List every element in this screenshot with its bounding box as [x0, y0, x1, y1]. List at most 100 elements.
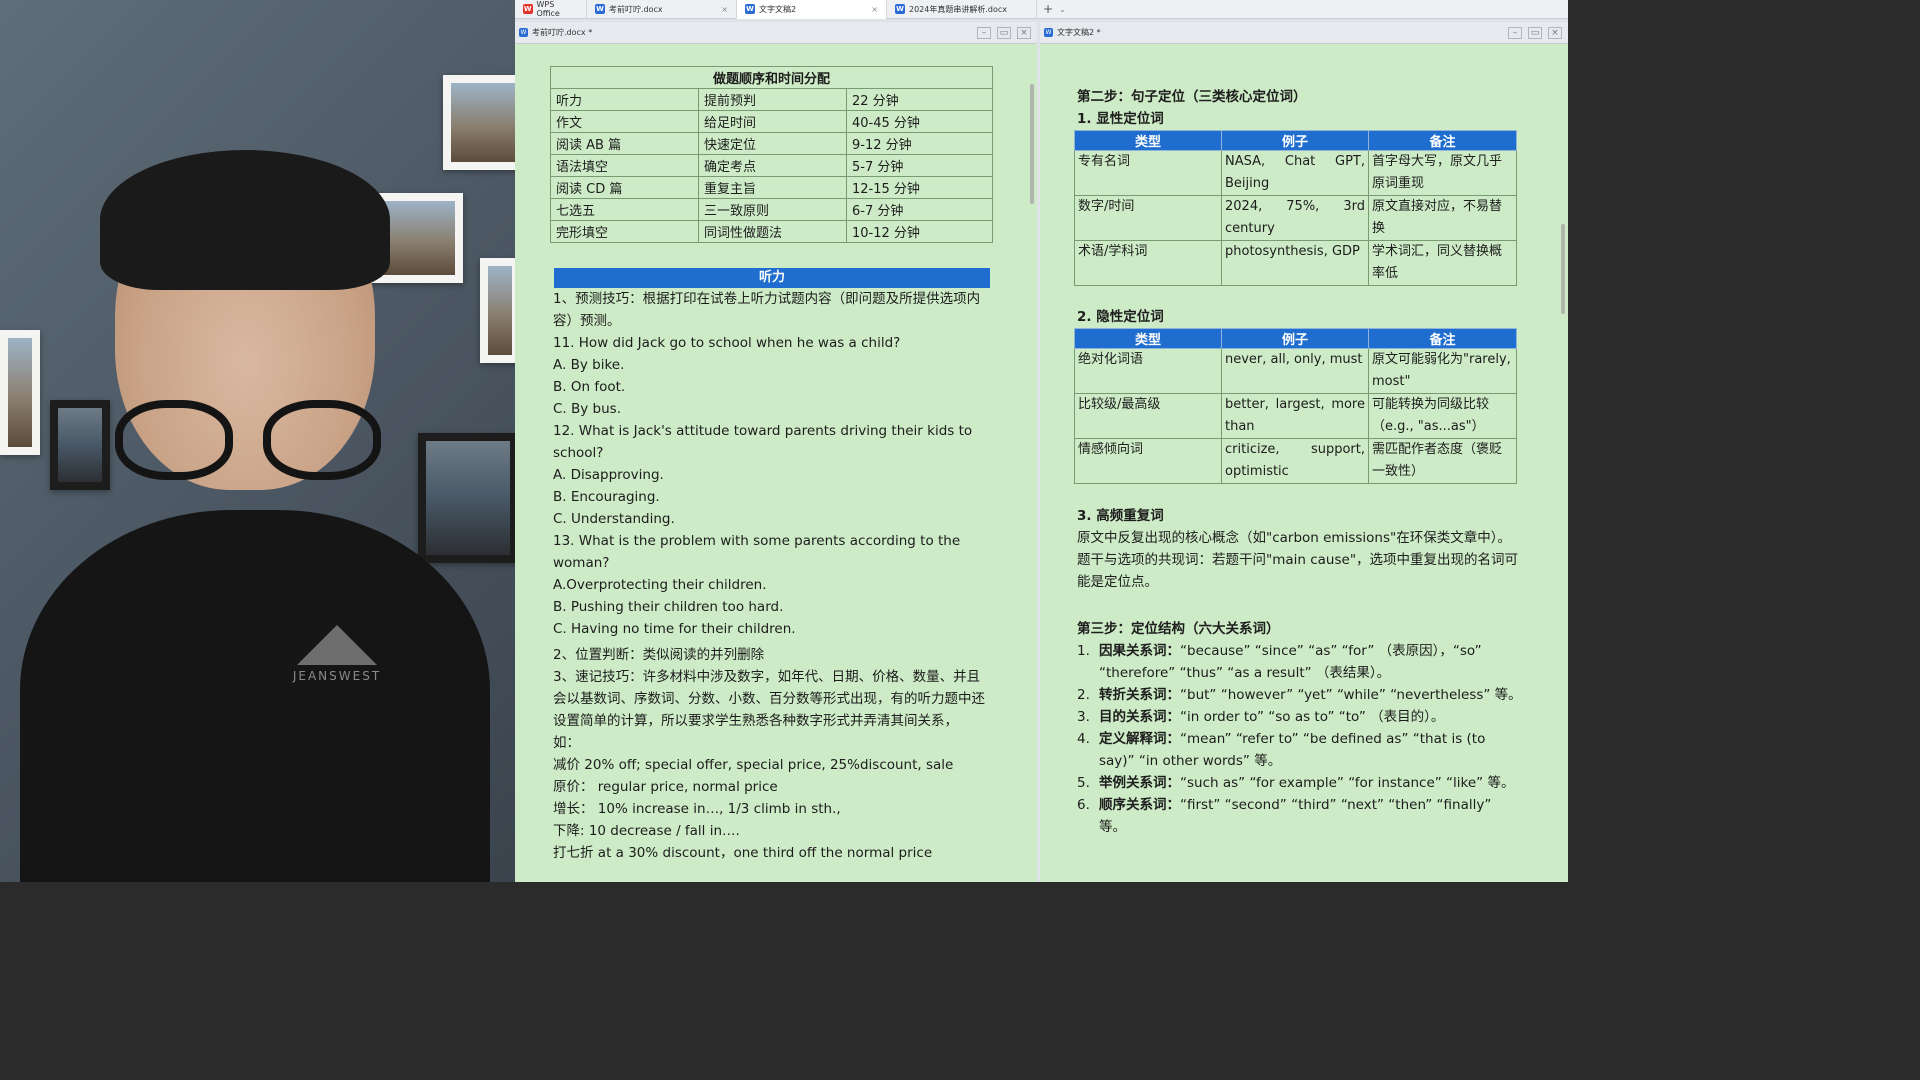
note-line: 11. How did Jack go to school when he wa…	[553, 335, 901, 351]
table-row: 阅读 AB 篇快速定位 9-12 分钟	[550, 132, 993, 155]
table-cell: 6-7 分钟	[846, 198, 993, 221]
note-line: 13. What is the problem with some parent…	[553, 533, 961, 571]
section-bar-listening: 听力	[554, 268, 990, 288]
column-header: 类型	[1074, 130, 1222, 151]
note-line: C. Having no time for their children.	[553, 621, 796, 637]
table-cell: 9-12 分钟	[846, 132, 993, 155]
close-icon[interactable]: ×	[871, 5, 878, 14]
presenter-shirt	[20, 510, 490, 882]
table-cell: 10-12 分钟	[846, 220, 993, 243]
word-doc-icon: W	[745, 4, 755, 14]
table-cell: 重复主旨	[698, 176, 847, 199]
presenter-hair	[100, 150, 390, 290]
pane-title-bar: W 考前叮咛.docx * – ▭ ×	[515, 22, 1037, 44]
step2-heading: 第二步：句子定位（三类核心定位词）	[1077, 89, 1307, 105]
relation-number: 2.	[1077, 687, 1090, 703]
table-cell: 绝对化词语	[1074, 348, 1222, 394]
wps-office-window: W WPS Office W 考前叮咛.docx × W 文字文稿2 × W 2…	[515, 0, 1568, 882]
word-doc-icon: W	[595, 4, 605, 14]
table-cell: 情感倾向词	[1074, 438, 1222, 484]
note-line: 如：	[553, 735, 580, 751]
right-document-pane: W 文字文稿2 * – ▭ × 第二步：句子定位（三类核心定位词） 1. 显性定…	[1040, 22, 1568, 882]
table-cell: 术语/学科词	[1074, 240, 1222, 286]
note-line: B. On foot.	[553, 379, 626, 395]
note-line: A. By bike.	[553, 357, 625, 373]
table-cell: 提前预判	[698, 88, 847, 111]
document-tab-bar: W WPS Office W 考前叮咛.docx × W 文字文稿2 × W 2…	[515, 0, 1568, 19]
close-icon[interactable]: ×	[1548, 26, 1562, 39]
close-icon[interactable]: ×	[1017, 26, 1031, 39]
table-cell: 需匹配作者态度（褒贬一致性）	[1368, 438, 1517, 484]
note-line: C. Understanding.	[553, 511, 675, 527]
table-cell: 首字母大写，原文几乎原词重现	[1368, 150, 1517, 196]
column-header: 类型	[1074, 328, 1222, 349]
implicit-heading: 2. 隐性定位词	[1077, 309, 1164, 325]
table-cell: 听力	[550, 88, 699, 111]
note-line: 减价 20% off; special offer, special price…	[553, 757, 954, 773]
new-tab-button[interactable]: +	[1037, 2, 1059, 16]
minimize-icon[interactable]: –	[977, 26, 991, 39]
presenter	[20, 150, 490, 882]
word-doc-icon: W	[895, 4, 905, 14]
table-cell: 确定考点	[698, 154, 847, 177]
tab-2024-zhenti[interactable]: W 2024年真题串讲解析.docx	[887, 0, 1037, 19]
table-cell: 同词性做题法	[698, 220, 847, 243]
tab-kaoqian-dingning[interactable]: W 考前叮咛.docx ×	[587, 0, 737, 19]
relation-label: 因果关系词：	[1099, 643, 1180, 659]
table-cell: 给足时间	[698, 110, 847, 133]
note-line: 1、预测技巧：根据打印在试卷上听力试题内容（即问题及所提供选项内容）预测。	[553, 291, 981, 329]
table-row: 七选五 三一致原则 6-7 分钟	[550, 198, 993, 221]
column-header: 备注	[1368, 328, 1517, 349]
wps-logo-icon: W	[523, 4, 533, 14]
shirt-logo: JEANSWEST	[282, 625, 392, 695]
word-doc-icon: W	[1044, 28, 1053, 37]
column-header: 例子	[1221, 130, 1369, 151]
table-cell: 三一致原则	[698, 198, 847, 221]
tab-wenzi-wengao2[interactable]: W 文字文稿2 ×	[737, 0, 887, 19]
table-cell: 专有名词	[1074, 150, 1222, 196]
note-line: C. By bus.	[553, 401, 622, 417]
table-cell: 完形填空	[550, 220, 699, 243]
table-row: 绝对化词语 never, all, only, must 原文可能弱化为"rarel…	[1074, 348, 1517, 394]
relation-number: 4.	[1077, 731, 1090, 747]
table-cell: 5-7 分钟	[846, 154, 993, 177]
table-cell: 七选五	[550, 198, 699, 221]
chevron-down-icon[interactable]: ⌄	[1059, 5, 1066, 14]
table-row: 专有名词 NASA, Chat GPT, Beijing 首字母大写，原文几乎原词重…	[1074, 150, 1517, 196]
close-icon[interactable]: ×	[721, 5, 728, 14]
vertical-scrollbar[interactable]	[1558, 44, 1568, 882]
relation-number: 6.	[1077, 797, 1090, 813]
note-line: 原价： regular price, normal price	[553, 779, 778, 795]
table-row: 数字/时间 2024, 75%, 3rd century 原文直接对应，不易替换	[1074, 195, 1517, 241]
restore-icon[interactable]: ▭	[997, 26, 1011, 39]
note-line: A.Overprotecting their children.	[553, 577, 767, 593]
explicit-locator-table: 类型 例子 备注 专有名词 NASA, Chat GPT, Beijing 首字母大写，…	[1074, 130, 1517, 286]
table-row: 比较级/最高级 better, largest, more than 可能转换为同级…	[1074, 393, 1517, 439]
restore-icon[interactable]: ▭	[1528, 26, 1542, 39]
tab-wps-office[interactable]: W WPS Office	[515, 0, 587, 19]
table-cell: better, largest, more than	[1221, 393, 1369, 439]
frequent-heading: 3. 高频重复词	[1077, 508, 1164, 524]
explicit-heading: 1. 显性定位词	[1077, 111, 1164, 127]
relation-label: 定义解释词：	[1099, 731, 1180, 747]
note-line: B. Pushing their children too hard.	[553, 599, 784, 615]
column-header: 备注	[1368, 130, 1517, 151]
relation-item: 4. 定义解释词：“mean” “refer to” “be defined as…	[1077, 728, 1522, 772]
table-cell: never, all, only, must	[1221, 348, 1369, 394]
note-line: 增长： 10% increase in…, 1/3 climb in sth.,	[553, 801, 841, 817]
minimize-icon[interactable]: –	[1508, 26, 1522, 39]
table-row: 听力 提前预判 22 分钟	[550, 88, 993, 111]
table-row: 完形填空 同词性做题法 10-12 分钟	[550, 220, 993, 243]
relation-label: 转折关系词：	[1099, 687, 1180, 703]
table-cell: 22 分钟	[846, 88, 993, 111]
note-line: 下降: 10 decrease / fall in….	[553, 823, 740, 839]
note-line: 3、速记技巧：许多材料中涉及数字，如年代、日期、价格、数量、并且会以基数词、序数…	[553, 669, 985, 729]
pane-title-bar: W 文字文稿2 * – ▭ ×	[1040, 22, 1568, 44]
table-cell: 数字/时间	[1074, 195, 1222, 241]
relation-word-list: 1. 因果关系词：“because” “since” “as” “for” （表原…	[1077, 640, 1522, 838]
relation-item: 2. 转折关系词：“but” “however” “yet” “while” “n…	[1077, 684, 1522, 706]
relation-number: 1.	[1077, 643, 1090, 659]
vertical-scrollbar[interactable]	[1027, 44, 1037, 882]
table-cell: criticize, support, optimistic	[1221, 438, 1369, 484]
table-caption: 做题顺序和时间分配	[550, 66, 993, 89]
